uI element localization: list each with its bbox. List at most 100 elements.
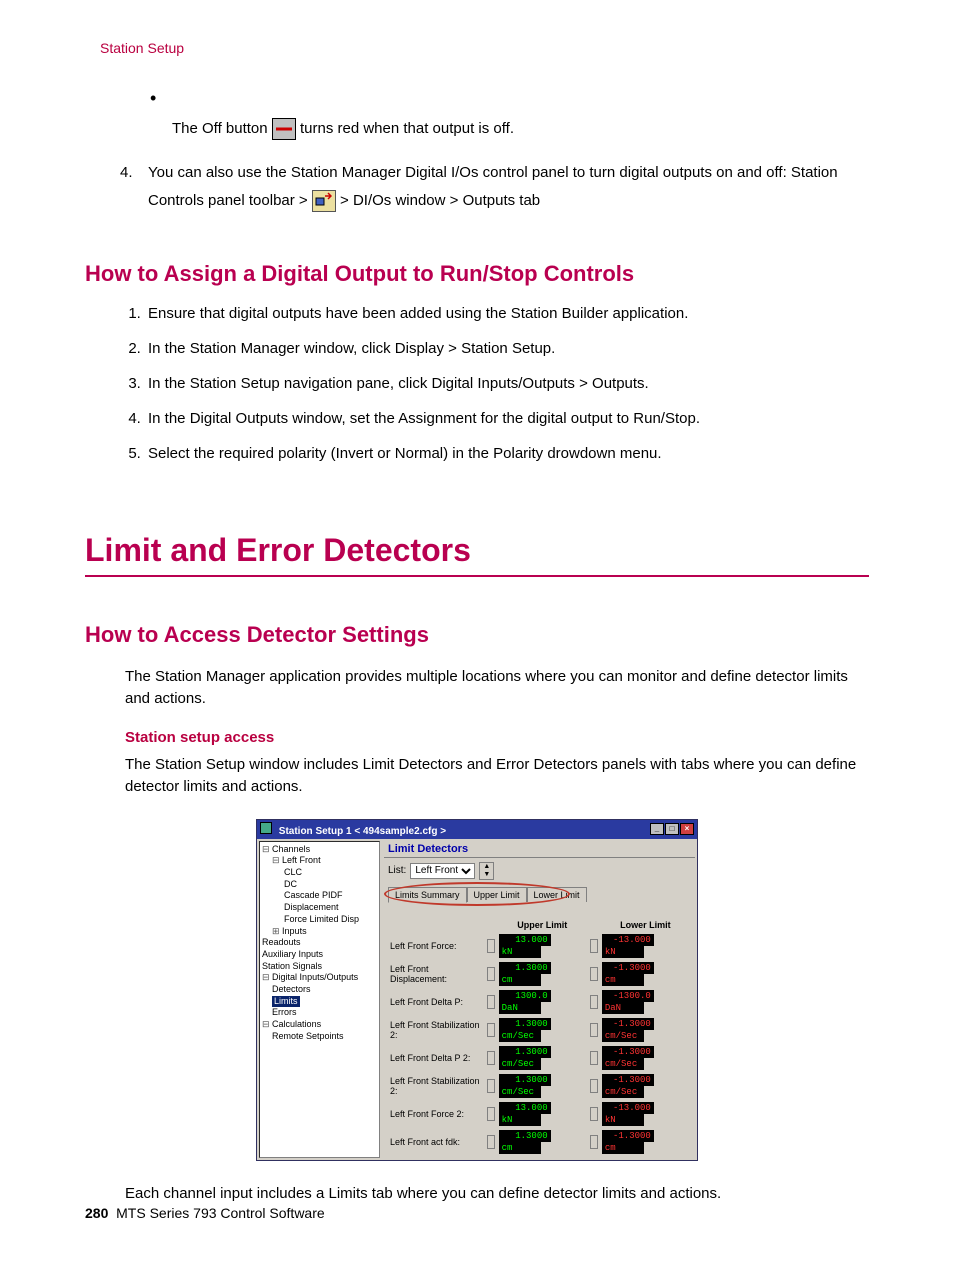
tree-item[interactable]: ⊞ Inputs xyxy=(262,926,377,938)
station-setup-screenshot: Station Setup 1 < 494sample2.cfg > _□× ⊟… xyxy=(256,819,698,1161)
upper-value[interactable]: 13.000 xyxy=(499,1102,551,1114)
lower-slider[interactable] xyxy=(590,1135,598,1149)
lower-value[interactable]: -1.3000 xyxy=(602,1074,654,1086)
lower-slider[interactable] xyxy=(590,967,598,981)
step-4: You can also use the Station Manager Dig… xyxy=(120,159,869,216)
upper-slider[interactable] xyxy=(487,1135,495,1149)
upper-value[interactable]: 1.3000 xyxy=(499,1074,551,1086)
window-title: Station Setup 1 < 494sample2.cfg > xyxy=(260,822,446,837)
upper-unit: cm/Sec xyxy=(499,1030,541,1042)
upper-slider[interactable] xyxy=(487,995,495,1009)
running-header: Station Setup xyxy=(100,40,869,56)
upper-value[interactable]: 1.3000 xyxy=(499,1018,551,1030)
upper-value[interactable]: 1.3000 xyxy=(499,1130,551,1142)
limit-row: Left Front Delta P:1300.0DaN-1300.0DaN xyxy=(388,988,691,1016)
col-lower-limit: Lower Limit xyxy=(600,918,691,932)
close-icon[interactable]: × xyxy=(680,823,694,835)
assign-step-1: Ensure that digital outputs have been ad… xyxy=(145,305,869,322)
lower-slider[interactable] xyxy=(590,995,598,1009)
lower-value[interactable]: -1300.0 xyxy=(602,990,654,1002)
tree-item[interactable]: Cascade PIDF xyxy=(262,890,377,902)
row-label: Left Front Displacement: xyxy=(388,960,485,988)
page-number: 280 xyxy=(85,1205,108,1221)
limit-row: Left Front Delta P 2: 1.3000 cm/Sec-1.3000… xyxy=(388,1044,691,1072)
lower-value[interactable]: -1.3000 xyxy=(602,1130,654,1142)
tree-item[interactable]: Readouts xyxy=(262,937,377,949)
bullet-text-a: The Off button xyxy=(172,120,272,137)
tree-item[interactable]: CLC xyxy=(262,867,377,879)
lower-value[interactable]: -13.000 xyxy=(602,934,654,946)
upper-slider[interactable] xyxy=(487,1079,495,1093)
tree-item[interactable]: Detectors xyxy=(262,984,377,996)
tree-item[interactable]: ⊟ Channels xyxy=(262,844,377,856)
lower-slider[interactable] xyxy=(590,939,598,953)
upper-unit: cm xyxy=(499,1142,541,1154)
upper-value[interactable]: 1300.0 xyxy=(499,990,551,1002)
assign-steps-list: Ensure that digital outputs have been ad… xyxy=(120,305,869,462)
off-button-icon xyxy=(272,118,296,140)
lower-value[interactable]: -1.3000 xyxy=(602,962,654,974)
upper-value[interactable]: 1.3000 xyxy=(499,962,551,974)
tree-item[interactable]: Remote Setpoints xyxy=(262,1031,377,1043)
tree-item[interactable]: Errors xyxy=(262,1007,377,1019)
row-label: Left Front Stabilization 2: xyxy=(388,1016,485,1044)
tree-item[interactable]: ⊟ Left Front xyxy=(262,855,377,867)
limit-row: Left Front Force 2:13.000kN-13.000kN xyxy=(388,1100,691,1128)
tree-item[interactable]: Limits xyxy=(262,996,377,1008)
nav-tree[interactable]: ⊟ Channels⊟ Left FrontCLCDCCascade PIDFD… xyxy=(259,841,380,1158)
maximize-icon[interactable]: □ xyxy=(665,823,679,835)
lower-unit: cm/Sec xyxy=(602,1058,644,1070)
lower-slider[interactable] xyxy=(590,1079,598,1093)
row-label: Left Front Delta P 2: xyxy=(388,1044,485,1072)
bullet-text-b: turns red when that output is off. xyxy=(300,120,514,137)
tab-upper-limit[interactable]: Upper Limit xyxy=(467,887,527,902)
lower-value[interactable]: -1.3000 xyxy=(602,1046,654,1058)
row-label: Left Front Stabilization 2: xyxy=(388,1072,485,1100)
tree-item[interactable]: ⊟ Calculations xyxy=(262,1019,377,1031)
lower-unit: cm xyxy=(602,974,644,986)
lower-unit: kN xyxy=(602,946,644,958)
lower-value[interactable]: -1.3000 xyxy=(602,1018,654,1030)
tree-item[interactable]: DC xyxy=(262,879,377,891)
lower-slider[interactable] xyxy=(590,1107,598,1121)
panel-title: Limit Detectors xyxy=(384,841,695,858)
tree-item[interactable]: ⊟ Digital Inputs/Outputs xyxy=(262,972,377,984)
col-upper-limit: Upper Limit xyxy=(497,918,588,932)
lower-unit: cm xyxy=(602,1142,644,1154)
lower-value[interactable]: -13.000 xyxy=(602,1102,654,1114)
tree-item[interactable]: Displacement xyxy=(262,902,377,914)
limit-row: Left Front act fdk:1.3000cm-1.3000cm xyxy=(388,1128,691,1156)
upper-unit: kN xyxy=(499,946,541,958)
upper-slider[interactable] xyxy=(487,1051,495,1065)
upper-slider[interactable] xyxy=(487,1107,495,1121)
tab-lower-limit[interactable]: Lower Limit xyxy=(527,887,587,902)
window-controls[interactable]: _□× xyxy=(649,823,694,835)
lower-unit: kN xyxy=(602,1114,644,1126)
lower-slider[interactable] xyxy=(590,1051,598,1065)
tree-item[interactable]: Auxiliary Inputs xyxy=(262,949,377,961)
upper-value[interactable]: 13.000 xyxy=(499,934,551,946)
lower-unit: cm/Sec xyxy=(602,1086,644,1098)
limit-row: Left Front Force:13.000kN-13.000kN xyxy=(388,932,691,960)
para-detector-intro: The Station Manager application provides… xyxy=(125,666,869,711)
tree-item[interactable]: Force Limited Disp xyxy=(262,914,377,926)
tree-item[interactable]: Station Signals xyxy=(262,961,377,973)
lower-slider[interactable] xyxy=(590,1023,598,1037)
bullet-dot: • xyxy=(150,88,156,108)
row-label: Left Front Delta P: xyxy=(388,988,485,1016)
limit-row: Left Front Stabilization 2:1.3000cm/Sec-… xyxy=(388,1016,691,1044)
upper-unit: cm xyxy=(499,974,541,986)
limit-row: Left Front Displacement:1.3000cm-1.3000c… xyxy=(388,960,691,988)
upper-slider[interactable] xyxy=(487,939,495,953)
tab-limits-summary[interactable]: Limits Summary xyxy=(388,887,467,903)
minimize-icon[interactable]: _ xyxy=(650,823,664,835)
list-dropdown[interactable]: Left Front xyxy=(410,863,475,879)
assign-step-3: In the Station Setup navigation pane, cl… xyxy=(145,375,869,392)
upper-slider[interactable] xyxy=(487,1023,495,1037)
footer-title: MTS Series 793 Control Software xyxy=(116,1205,325,1221)
upper-slider[interactable] xyxy=(487,967,495,981)
list-stepper[interactable]: ▲▼ xyxy=(479,862,494,880)
lower-unit: cm/Sec xyxy=(602,1030,644,1042)
upper-value[interactable]: 1.3000 xyxy=(499,1046,551,1058)
dios-toolbar-icon xyxy=(312,190,336,212)
